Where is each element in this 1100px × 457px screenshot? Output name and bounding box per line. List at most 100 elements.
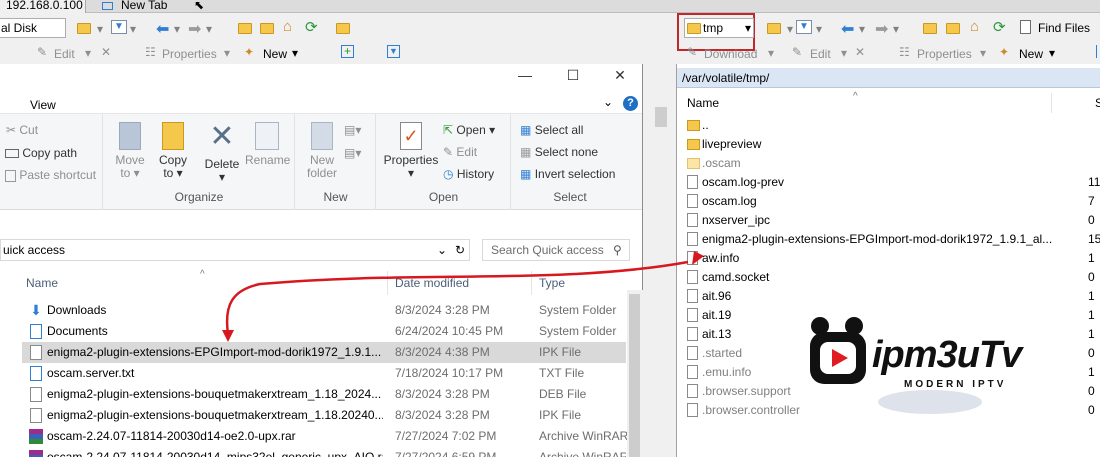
- remote-item-name: enigma2-plugin-extensions-EPGImport-mod-…: [702, 232, 1052, 246]
- close-icon[interactable]: ✕: [612, 68, 628, 84]
- open-button[interactable]: ⇱ Open ▾: [443, 123, 495, 137]
- filter-dropdown-icon-right[interactable]: ▾: [816, 22, 822, 36]
- remote-list-item[interactable]: nxserver_ipc 0: [687, 211, 1100, 230]
- remote-list-item[interactable]: camd.socket 0: [687, 268, 1100, 287]
- remote-item-size: 1: [1088, 327, 1095, 341]
- back-icon-right[interactable]: ⬅: [841, 19, 854, 39]
- filter-dropdown-icon[interactable]: ▾: [130, 22, 136, 36]
- column-date[interactable]: Date modified: [395, 271, 469, 295]
- remote-list-item[interactable]: oscam.log-prev 11: [687, 173, 1100, 192]
- remote-item-size: 150: [1088, 232, 1100, 246]
- forward-dropdown-icon-right: ▾: [893, 22, 900, 36]
- left-pane-scrollbar[interactable]: [652, 90, 670, 457]
- new-dropdown-icon[interactable]: ▾: [292, 46, 298, 60]
- list-item[interactable]: Documents 6/24/2024 10:45 PM System Fold…: [22, 321, 626, 342]
- cursor-icon: ⬉: [194, 0, 205, 12]
- dropdown-arrow-icon-right[interactable]: ▾: [787, 22, 793, 36]
- maximize-icon[interactable]: ☐: [565, 68, 581, 84]
- filter-small-icon[interactable]: ▼: [387, 45, 400, 58]
- back-icon[interactable]: ⬅: [156, 19, 169, 39]
- cut-button: ✂ Cut: [6, 123, 39, 137]
- tab-new[interactable]: New Tab: [96, 0, 196, 13]
- add-icon[interactable]: +: [341, 45, 354, 58]
- drive-combo[interactable]: al Disk: [0, 18, 66, 38]
- new-icon[interactable]: ✦: [244, 45, 254, 59]
- address-dropdown-icon[interactable]: ⌄: [437, 240, 447, 260]
- copy-to-button[interactable]: Copy to ▾: [154, 122, 192, 180]
- dropdown-arrow-icon[interactable]: ▾: [97, 22, 103, 36]
- copy-to-icon: [162, 122, 184, 150]
- help-icon[interactable]: ?: [623, 96, 638, 111]
- ribbon: ✂ Cut Copy path Paste shortcut Move to ▾…: [0, 114, 642, 210]
- list-item[interactable]: ⬇ Downloads 8/3/2024 3:28 PM System Fold…: [22, 300, 626, 321]
- history-button[interactable]: ◷ History: [443, 167, 494, 181]
- remote-item-size: 0: [1088, 346, 1095, 360]
- remote-item-size: 1: [1088, 308, 1095, 322]
- list-item[interactable]: oscam.server.txt 7/18/2024 10:17 PM TXT …: [22, 363, 626, 384]
- root-folder-icon[interactable]: [260, 23, 274, 34]
- refresh-icon[interactable]: ⟳: [305, 18, 318, 36]
- copy-path-button[interactable]: Copy path: [5, 146, 77, 160]
- back-dropdown-icon-right[interactable]: ▾: [859, 22, 865, 36]
- list-item[interactable]: enigma2-plugin-extensions-bouquetmakerxt…: [22, 405, 626, 426]
- list-item[interactable]: oscam-2.24.07-11814-20030d14_mips32el_ge…: [22, 447, 626, 457]
- refresh-icon-right[interactable]: ⟳: [993, 18, 1006, 36]
- sync-folder-icon[interactable]: [336, 23, 350, 34]
- root-folder-icon-right[interactable]: [946, 23, 960, 34]
- remote-list-item[interactable]: ..: [687, 116, 1100, 135]
- remote-list-item[interactable]: aw.info 1: [687, 249, 1100, 268]
- parent-folder-icon[interactable]: [238, 23, 252, 34]
- list-item[interactable]: oscam-2.24.07-11814-20030d14-oe2.0-upx.r…: [22, 426, 628, 447]
- item-name: enigma2-plugin-extensions-EPGImport-mod-…: [47, 345, 382, 359]
- address-bar[interactable]: uick access ⌄ ↻: [0, 239, 470, 261]
- explorer-titlebar: — ☐ ✕: [0, 64, 642, 92]
- path-combo[interactable]: tmp ▾: [684, 18, 754, 38]
- open-folder-icon[interactable]: [77, 23, 91, 34]
- column-name[interactable]: Name: [26, 271, 58, 295]
- new-label-right[interactable]: New: [1019, 47, 1043, 61]
- find-files-icon[interactable]: [1020, 20, 1031, 34]
- tab-connection[interactable]: 192.168.0.100: [0, 0, 86, 13]
- remote-list-item[interactable]: .oscam: [687, 154, 1100, 173]
- remote-list-item[interactable]: oscam.log 7: [687, 192, 1100, 211]
- minimize-icon[interactable]: —: [517, 68, 533, 84]
- remote-column-size[interactable]: S: [1095, 93, 1100, 113]
- invert-selection-button[interactable]: ▦ Invert selection: [520, 167, 615, 181]
- item-date: 8/3/2024 3:28 PM: [395, 408, 490, 422]
- select-all-button[interactable]: ▦ Select all: [520, 123, 583, 137]
- list-item-selected[interactable]: enigma2-plugin-extensions-EPGImport-mod-…: [22, 342, 626, 363]
- list-item[interactable]: enigma2-plugin-extensions-bouquetmakerxt…: [22, 384, 626, 405]
- remote-list-item[interactable]: livepreview: [687, 135, 1100, 154]
- search-input[interactable]: Search Quick access ⚲: [482, 239, 630, 261]
- new-label[interactable]: New: [263, 47, 287, 61]
- path-dropdown-icon[interactable]: ▾: [745, 19, 751, 37]
- filter-icon[interactable]: ▼: [111, 20, 127, 34]
- add-icon-right[interactable]: [1096, 45, 1100, 58]
- ribbon-collapse-icon[interactable]: ⌄: [603, 95, 613, 109]
- tab-view[interactable]: View: [30, 98, 56, 112]
- remote-list-item[interactable]: ait.96 1: [687, 287, 1100, 306]
- column-type[interactable]: Type: [539, 271, 565, 295]
- delete-button[interactable]: ✕ Delete ▾: [202, 122, 242, 184]
- back-dropdown-icon[interactable]: ▾: [174, 22, 180, 36]
- open-group-label: Open: [428, 190, 459, 204]
- item-type: Archive WinRAR: [539, 450, 626, 457]
- properties-button[interactable]: ✓ Properties ▾: [383, 122, 439, 180]
- select-none-button[interactable]: ▦ Select none: [520, 145, 598, 159]
- parent-folder-icon-right[interactable]: [923, 23, 937, 34]
- remote-item-name: camd.socket: [702, 270, 770, 284]
- ribbon-group-clipboard: ✂ Cut Copy path Paste shortcut: [0, 114, 103, 210]
- explorer-scroll-thumb[interactable]: [629, 294, 640, 457]
- remote-column-name[interactable]: Name: [687, 96, 719, 110]
- new-dropdown-icon-right[interactable]: ▾: [1049, 46, 1055, 60]
- home-icon[interactable]: ⌂: [283, 18, 292, 35]
- left-pane-scroll-thumb[interactable]: [655, 107, 667, 127]
- open-folder-icon-right[interactable]: [767, 23, 781, 34]
- remote-list-item[interactable]: enigma2-plugin-extensions-EPGImport-mod-…: [687, 230, 1100, 249]
- new-icon-right[interactable]: ✦: [999, 45, 1009, 59]
- find-files-button[interactable]: Find Files: [1038, 21, 1090, 35]
- address-refresh-icon[interactable]: ↻: [455, 240, 465, 260]
- filter-icon-right[interactable]: ▼: [796, 20, 812, 34]
- home-icon-right[interactable]: ⌂: [970, 18, 979, 35]
- history-label: History: [456, 167, 495, 181]
